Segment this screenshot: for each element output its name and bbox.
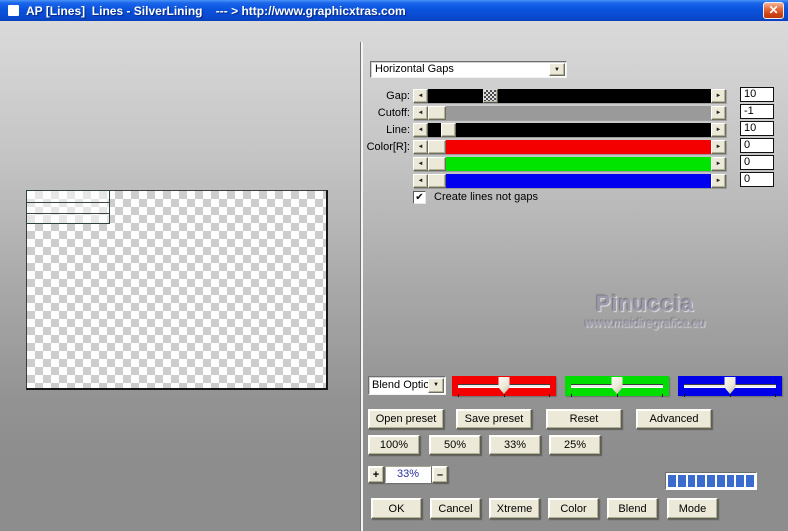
green-trackbar-thumb[interactable] bbox=[611, 377, 623, 394]
arrow-right-icon[interactable]: ► bbox=[711, 106, 726, 120]
tick-mark bbox=[504, 394, 505, 397]
slider-label-line: Line: bbox=[386, 124, 410, 136]
effect-select-value: Horizontal Gaps bbox=[375, 63, 454, 75]
zoom-out-button[interactable]: – bbox=[432, 466, 448, 483]
cutoff-slider[interactable] bbox=[428, 106, 711, 120]
arrow-left-icon[interactable]: ◄ bbox=[413, 123, 428, 137]
xtreme-button[interactable]: Xtreme bbox=[489, 498, 540, 519]
arrow-right-icon[interactable]: ► bbox=[711, 89, 726, 103]
tick-mark bbox=[730, 394, 731, 397]
blend-button[interactable]: Blend bbox=[607, 498, 658, 519]
save-preset-button[interactable]: Save preset bbox=[456, 409, 532, 429]
preview-line bbox=[27, 202, 109, 203]
watermark-name: Pinuccia bbox=[595, 291, 695, 316]
preview-line bbox=[27, 213, 109, 214]
progress-segment bbox=[687, 475, 696, 487]
color-b-slider-thumb[interactable] bbox=[428, 174, 446, 188]
color-r-slider[interactable] bbox=[428, 140, 711, 154]
progress-segment bbox=[697, 475, 706, 487]
watermark-url: www.maidiregrafica.eu bbox=[584, 316, 706, 330]
advanced-button[interactable]: Advanced bbox=[636, 409, 712, 429]
red-channel-trackbar[interactable] bbox=[452, 376, 556, 397]
ok-button[interactable]: OK bbox=[371, 498, 422, 519]
cutoff-slider-thumb[interactable] bbox=[428, 106, 446, 120]
line-slider-thumb[interactable] bbox=[441, 123, 456, 137]
zoom-100-button[interactable]: 100% bbox=[368, 435, 420, 455]
tick-mark bbox=[549, 394, 550, 397]
zoom-level-field[interactable]: 33% bbox=[385, 466, 431, 483]
open-preset-button[interactable]: Open preset bbox=[368, 409, 444, 429]
chevron-down-icon[interactable]: ▼ bbox=[549, 63, 565, 76]
blend-options-value: Blend Optio bbox=[372, 379, 430, 391]
arrow-left-icon[interactable]: ◄ bbox=[413, 89, 428, 103]
slider-label-cutoff: Cutoff: bbox=[377, 107, 410, 119]
slider-label-gap: Gap: bbox=[386, 90, 410, 102]
color-r-slider-thumb[interactable] bbox=[428, 140, 446, 154]
progress-segment bbox=[726, 475, 735, 487]
title-bar[interactable]: AP [Lines] Lines - SilverLining --- > ht… bbox=[0, 0, 788, 21]
arrow-right-icon[interactable]: ► bbox=[711, 157, 726, 171]
line-slider[interactable] bbox=[428, 123, 711, 137]
color-button[interactable]: Color bbox=[548, 498, 599, 519]
arrow-right-icon[interactable]: ► bbox=[711, 123, 726, 137]
progress-segments bbox=[665, 472, 757, 490]
green-channel-trackbar[interactable] bbox=[565, 376, 669, 397]
color-g-slider-thumb[interactable] bbox=[428, 157, 446, 171]
tick-mark bbox=[662, 394, 663, 397]
slider-label-color-r: Color[R]: bbox=[366, 141, 410, 153]
progress-segment bbox=[668, 475, 676, 487]
progress-segment bbox=[716, 475, 725, 487]
progress-segment bbox=[746, 475, 755, 487]
arrow-right-icon[interactable]: ► bbox=[711, 174, 726, 188]
arrow-left-icon[interactable]: ◄ bbox=[413, 140, 428, 154]
tick-mark bbox=[617, 394, 618, 397]
arrow-left-icon[interactable]: ◄ bbox=[413, 106, 428, 120]
create-lines-checkbox-label: Create lines not gaps bbox=[434, 191, 538, 203]
red-trackbar-thumb[interactable] bbox=[498, 377, 510, 394]
reset-button[interactable]: Reset bbox=[546, 409, 622, 429]
arrow-left-icon[interactable]: ◄ bbox=[413, 174, 428, 188]
arrow-right-icon[interactable]: ► bbox=[711, 140, 726, 154]
gap-slider[interactable] bbox=[428, 89, 711, 103]
gap-value-field[interactable]: 10 bbox=[740, 87, 774, 102]
close-button[interactable]: ✕ bbox=[763, 2, 784, 19]
mode-button[interactable]: Mode bbox=[667, 498, 718, 519]
tick-mark bbox=[458, 394, 459, 397]
preview-canvas[interactable] bbox=[26, 190, 328, 390]
app-icon bbox=[8, 5, 19, 16]
progress-segment bbox=[736, 475, 745, 487]
preview-effect-region bbox=[26, 190, 110, 224]
cutoff-value-field[interactable]: -1 bbox=[740, 104, 774, 119]
gap-slider-thumb[interactable] bbox=[483, 89, 498, 103]
zoom-in-button[interactable]: + bbox=[368, 466, 384, 483]
color-g-slider[interactable] bbox=[428, 157, 711, 171]
window-title: AP [Lines] Lines - SilverLining --- > ht… bbox=[26, 3, 406, 18]
color-b-slider[interactable] bbox=[428, 174, 711, 188]
line-value-field[interactable]: 10 bbox=[740, 121, 774, 136]
create-lines-checkbox[interactable]: ✔ bbox=[413, 191, 426, 204]
progress-segment bbox=[707, 475, 715, 487]
blend-options-select[interactable]: Blend Optio ▼ bbox=[368, 376, 446, 395]
tick-mark bbox=[571, 394, 572, 397]
color-g-value-field[interactable]: 0 bbox=[740, 155, 774, 170]
dialog-body: Horizontal Gaps ▼ Gap: ◄ ► 10 Cutoff: ◄ … bbox=[0, 21, 788, 531]
color-r-value-field[interactable]: 0 bbox=[740, 138, 774, 153]
progress-segment bbox=[677, 475, 686, 487]
tick-mark bbox=[684, 394, 685, 397]
color-b-value-field[interactable]: 0 bbox=[740, 172, 774, 187]
zoom-33-button[interactable]: 33% bbox=[489, 435, 541, 455]
blue-channel-trackbar[interactable] bbox=[678, 376, 782, 397]
chevron-down-icon[interactable]: ▼ bbox=[428, 378, 444, 393]
effect-select[interactable]: Horizontal Gaps ▼ bbox=[370, 61, 567, 78]
zoom-25-button[interactable]: 25% bbox=[549, 435, 601, 455]
arrow-left-icon[interactable]: ◄ bbox=[413, 157, 428, 171]
blue-trackbar-thumb[interactable] bbox=[724, 377, 736, 394]
tick-mark bbox=[775, 394, 776, 397]
zoom-50-button[interactable]: 50% bbox=[429, 435, 481, 455]
cancel-button[interactable]: Cancel bbox=[430, 498, 481, 519]
